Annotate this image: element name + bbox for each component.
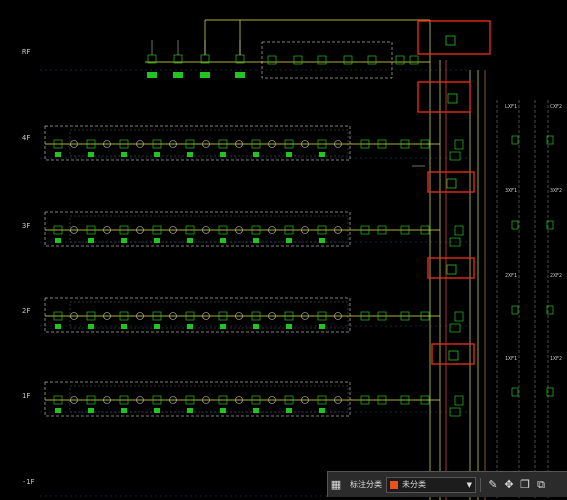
panel-label: 2XF1 <box>505 273 517 279</box>
row-panel-device <box>454 139 464 150</box>
row-device-module <box>286 408 292 413</box>
annotation-category-label: 标注分类 <box>350 480 382 489</box>
highlight-box <box>417 81 471 113</box>
row-device-module <box>220 152 226 157</box>
rf-device <box>395 55 405 65</box>
category-color-swatch <box>390 480 398 489</box>
panel-label: CXF2 <box>550 104 562 110</box>
category-dropdown[interactable]: 未分类 ▼ <box>386 476 476 493</box>
panel-label: 3XF2 <box>550 188 562 194</box>
panel-label: 1XF2 <box>550 356 562 362</box>
row-device-module <box>319 152 325 157</box>
cad-drawing-canvas[interactable]: LXF1 CXF2 3XF1 3XF2 2XF1 2XF2 1XF1 1XF2 <box>0 0 567 500</box>
floor-label-2f: 2F <box>22 307 31 315</box>
row-device-module <box>55 238 61 243</box>
panel-device <box>511 387 519 397</box>
rf-device-block <box>235 72 245 78</box>
row-inner-group <box>69 129 349 157</box>
floor-label-rf: RF <box>22 48 31 56</box>
rf-device <box>267 55 277 65</box>
highlighted-device <box>447 93 458 104</box>
highlighted-device <box>446 264 457 275</box>
row-panel-device <box>454 225 464 236</box>
toolbar-divider <box>480 477 481 492</box>
panel-label: 1XF1 <box>505 356 517 362</box>
row-device-module <box>286 152 292 157</box>
row-device-module <box>55 152 61 157</box>
panel-label: 3XF1 <box>505 188 517 194</box>
row-device-module <box>88 238 94 243</box>
rf-dashed-group <box>261 41 393 79</box>
rf-device <box>367 55 377 65</box>
copy-icon[interactable]: ❐ <box>517 477 533 493</box>
row-device-module <box>187 324 193 329</box>
floor-label-b1: -1F <box>22 478 35 486</box>
row-device-module <box>220 238 226 243</box>
row-device-module <box>55 408 61 413</box>
rf-device <box>409 55 419 65</box>
row-panel-device <box>454 311 464 322</box>
row-device-module <box>154 408 160 413</box>
highlighted-device <box>446 178 457 189</box>
panel-label: 2XF2 <box>550 273 562 279</box>
row-device-module <box>88 324 94 329</box>
row-device-module <box>88 152 94 157</box>
panel-device <box>511 220 519 230</box>
row-device-module <box>253 238 259 243</box>
row-device-module <box>253 324 259 329</box>
row-device-module <box>220 324 226 329</box>
highlight-box <box>427 171 475 193</box>
row-panel-device <box>449 323 461 333</box>
floor-label-4f: 4F <box>22 134 31 142</box>
row-inner-group <box>69 385 349 413</box>
row-inner-group <box>69 301 349 329</box>
row-inner-group <box>69 215 349 243</box>
row-device-module <box>319 238 325 243</box>
row-device-module <box>154 152 160 157</box>
rf-device-block <box>173 72 183 78</box>
row-device-module <box>187 238 193 243</box>
rf-device <box>317 55 327 65</box>
row-device-module <box>55 324 61 329</box>
row-device-module <box>121 324 127 329</box>
row-device-module <box>121 408 127 413</box>
row-device-module <box>220 408 226 413</box>
panel-label: LXF1 <box>505 104 517 110</box>
move-icon[interactable]: ✥ <box>501 477 517 493</box>
row-device-module <box>121 152 127 157</box>
row-device-module <box>154 238 160 243</box>
edit-icon[interactable]: ✎ <box>485 477 501 493</box>
floor-label-1f: 1F <box>22 392 31 400</box>
row-device-module <box>121 238 127 243</box>
row-device-module <box>319 324 325 329</box>
rf-device-block <box>200 72 210 78</box>
row-panel-device <box>449 151 461 161</box>
highlight-box <box>417 20 491 55</box>
row-device-module <box>187 408 193 413</box>
row-device-module <box>286 238 292 243</box>
row-device-module <box>253 152 259 157</box>
highlight-box <box>431 343 475 365</box>
highlighted-device <box>448 350 459 361</box>
rf-device <box>343 55 353 65</box>
row-device-module <box>253 408 259 413</box>
row-device-module <box>319 408 325 413</box>
floor-label-3f: 3F <box>22 222 31 230</box>
highlighted-device <box>445 35 456 46</box>
chevron-down-icon: ▼ <box>466 480 472 489</box>
row-device-module <box>187 152 193 157</box>
annotation-toolbar: ▦ 标注分类 未分类 ▼ ✎ ✥ ❐ ⧉ <box>327 471 567 497</box>
row-device-module <box>154 324 160 329</box>
rf-device-block <box>147 72 157 78</box>
highlight-box <box>427 257 475 279</box>
rf-device <box>293 55 303 65</box>
grid-icon[interactable]: ▦ <box>328 477 344 493</box>
row-panel-device <box>454 395 464 406</box>
row-device-module <box>286 324 292 329</box>
panel-device <box>511 305 519 315</box>
category-dropdown-value: 未分类 <box>402 480 426 489</box>
row-device-module <box>88 408 94 413</box>
panel-device <box>511 135 519 145</box>
duplicate-icon[interactable]: ⧉ <box>533 477 549 493</box>
